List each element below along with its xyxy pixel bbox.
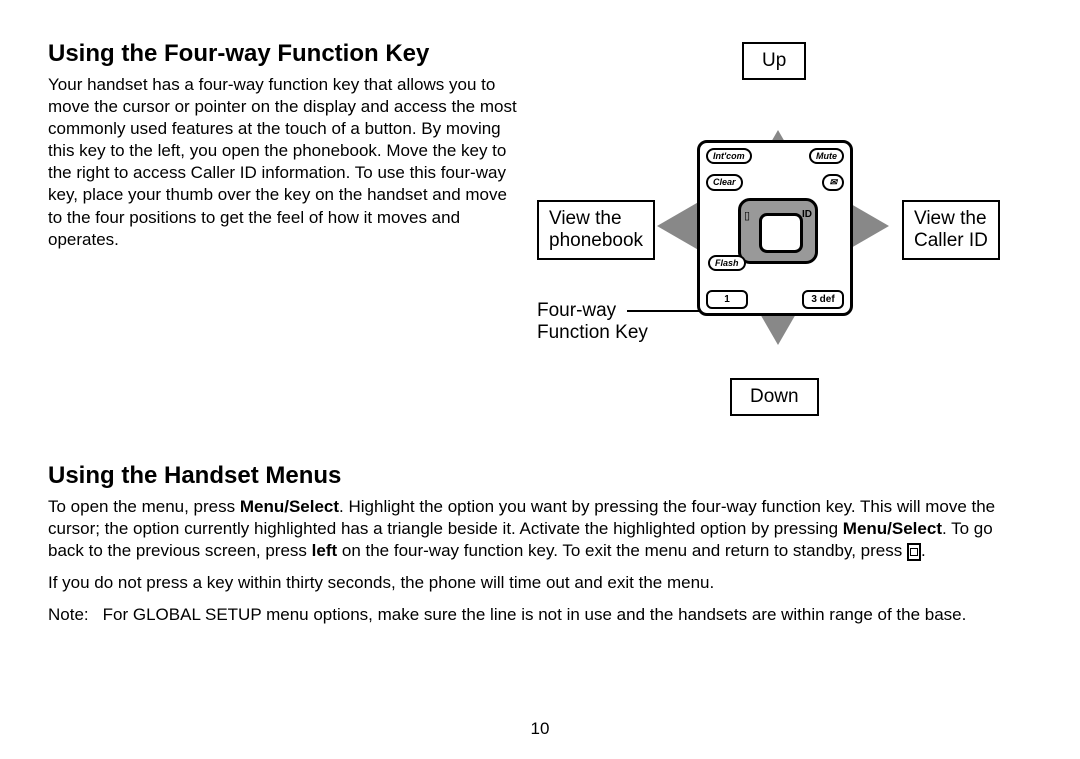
label-right-line2: Caller ID: [914, 230, 988, 251]
phone-body: Int'com Mute Clear ✉ ▯ ID Flash 1 3 def: [697, 140, 853, 316]
p1-a: To open the menu, press: [48, 497, 240, 516]
arrow-left-icon: [657, 200, 702, 252]
phone-graphic: Int'com Mute Clear ✉ ▯ ID Flash 1 3 def: [657, 100, 887, 360]
label-left-line2: phonebook: [549, 230, 643, 251]
p1-h: .: [921, 541, 926, 560]
heading-four-way: Using the Four-way Function Key: [48, 40, 518, 68]
label-right-line1: View the: [914, 208, 987, 229]
phone-top-row: Int'com Mute: [700, 143, 850, 169]
section-four-way: Using the Four-way Function Key Your han…: [48, 40, 1032, 440]
fwfk-line2: Function Key: [537, 322, 648, 343]
end-key-icon: [907, 543, 921, 561]
label-down: Down: [730, 378, 819, 416]
left-column: Using the Four-way Function Key Your han…: [48, 40, 518, 251]
key-3: 3 def: [802, 290, 844, 309]
flash-button-label: Flash: [708, 255, 746, 271]
p1-b: Menu/Select: [240, 497, 339, 516]
mute-button-label: Mute: [809, 148, 844, 164]
p1-f: left: [312, 541, 338, 560]
phonebook-icon: ▯: [744, 209, 750, 222]
label-up: Up: [742, 42, 806, 80]
p1-g: on the four-way function key. To exit th…: [337, 541, 907, 560]
paragraph-menu-instructions: To open the menu, press Menu/Select. Hig…: [48, 496, 1032, 562]
intcom-button-label: Int'com: [706, 148, 752, 164]
page-number: 10: [0, 719, 1080, 739]
label-view-caller-id: View the Caller ID: [902, 200, 1000, 260]
phone-second-row: Clear ✉: [700, 169, 850, 196]
key-1: 1: [706, 290, 748, 309]
center-select: [759, 213, 803, 253]
label-four-way-function-key: Four-way Function Key: [537, 300, 648, 344]
caller-id-icon: ID: [802, 209, 812, 220]
paragraph-four-way: Your handset has a four-way function key…: [48, 74, 518, 251]
four-way-diagram: Up View the phonebook View the Caller ID…: [542, 40, 1012, 440]
note-global-setup: Note: For GLOBAL SETUP menu options, mak…: [48, 604, 1032, 626]
label-view-phonebook: View the phonebook: [537, 200, 655, 260]
section-handset-menus: Using the Handset Menus To open the menu…: [48, 462, 1032, 626]
clear-button-label: Clear: [706, 174, 743, 191]
paragraph-timeout: If you do not press a key within thirty …: [48, 572, 1032, 594]
note-label: Note:: [48, 604, 89, 626]
note-text: For GLOBAL SETUP menu options, make sure…: [103, 604, 967, 626]
heading-handset-menus: Using the Handset Menus: [48, 462, 1032, 490]
number-row: 1 3 def: [700, 290, 850, 309]
fwfk-line1: Four-way: [537, 300, 616, 321]
envelope-icon: ✉: [822, 174, 844, 191]
label-left-line1: View the: [549, 208, 622, 229]
p1-d: Menu/Select: [843, 519, 942, 538]
four-way-pad: ▯ ID: [738, 198, 818, 264]
